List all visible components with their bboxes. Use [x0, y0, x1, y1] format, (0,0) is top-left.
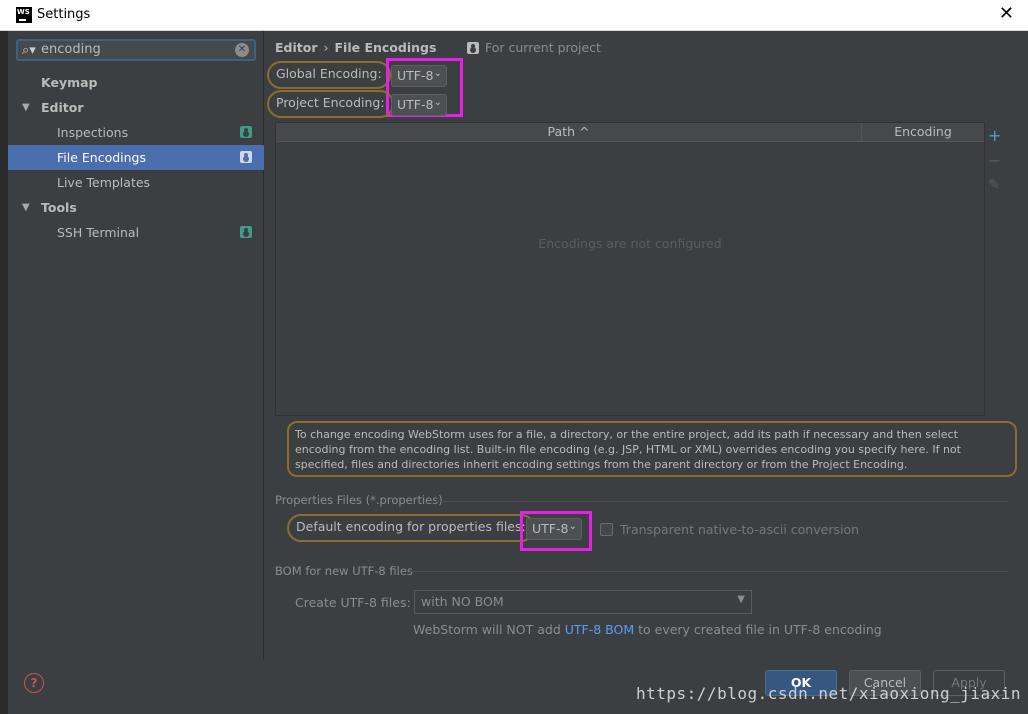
settings-search-input[interactable]: ⌕▾ encoding ✕	[16, 39, 256, 61]
edit-icon[interactable]: ✎	[988, 177, 1000, 193]
watermark-url: https://blog.csdn.net/xiaoxiong_jiaxin	[636, 684, 1022, 703]
window-title: Settings	[37, 7, 91, 22]
column-header-encoding[interactable]: Encoding	[862, 123, 984, 141]
sidebar-item-live-templates[interactable]: Live Templates	[8, 170, 264, 195]
create-utf8-label: Create UTF-8 files:	[295, 595, 411, 610]
sidebar-item-ssh-terminal[interactable]: SSH Terminal	[8, 220, 264, 245]
bom-select-value: with NO BOM	[421, 594, 504, 609]
breadcrumb-section: Editor	[275, 40, 318, 55]
sidebar-item-label: Inspections	[57, 125, 129, 140]
close-icon[interactable]: ✕	[999, 4, 1014, 24]
file-encodings-panel: Editor › File Encodings For current projec…	[264, 31, 1028, 660]
project-scope-icon	[467, 42, 479, 54]
settings-sidebar: ⌕▾ encoding ✕ Keymap ▼ Editor Inspection…	[8, 31, 264, 660]
utf8-bom-link[interactable]: UTF-8 BOM	[565, 622, 634, 637]
breadcrumb-page: File Encodings	[334, 40, 437, 55]
column-header-path[interactable]: Path ^	[276, 123, 862, 141]
sidebar-item-inspections[interactable]: Inspections	[8, 120, 264, 145]
sidebar-item-file-encodings[interactable]: File Encodings	[8, 145, 264, 170]
global-encoding-label-text: Global Encoding:	[276, 66, 382, 81]
bom-select[interactable]: with NO BOM ▼	[414, 590, 752, 614]
title-bar: WS Settings ✕	[0, 0, 1028, 31]
project-scope-icon	[240, 151, 252, 163]
add-icon[interactable]: +	[988, 126, 1001, 145]
help-icon[interactable]: ?	[24, 673, 44, 693]
bom-note: WebStorm will NOT add UTF-8 BOM to every…	[413, 622, 882, 637]
chevron-down-icon[interactable]: ▼	[22, 95, 30, 120]
encoding-help-text: To change encoding WebStorm uses for a f…	[287, 421, 1017, 477]
table-header: Path ^ Encoding	[276, 123, 984, 142]
sidebar-item-keymap[interactable]: Keymap	[8, 70, 264, 95]
bom-note-suffix: to every created file in UTF-8 encoding	[634, 622, 882, 637]
encodings-table[interactable]: Path ^ Encoding Encodings are not config…	[275, 122, 985, 416]
global-encoding-label: Global Encoding:	[267, 61, 391, 89]
sidebar-item-label: SSH Terminal	[57, 225, 140, 240]
properties-section-label: Properties Files (*.properties)	[275, 493, 443, 507]
breadcrumb: Editor › File Encodings	[275, 40, 436, 55]
sidebar-item-label: File Encodings	[57, 150, 147, 165]
clear-search-icon[interactable]: ✕	[235, 43, 249, 57]
project-encoding-label-text: Project Encoding:	[276, 95, 385, 110]
project-scope-icon	[240, 126, 252, 138]
transparent-conversion-checkbox[interactable]	[600, 523, 613, 536]
project-encoding-label: Project Encoding:	[267, 90, 394, 118]
chevron-down-icon: ⌄	[433, 97, 442, 108]
section-divider	[436, 501, 1008, 502]
project-encoding-select[interactable]: UTF-8 ⌄	[391, 94, 447, 116]
webstorm-logo-icon: WS	[16, 7, 32, 23]
transparent-conversion-label[interactable]: Transparent native-to-ascii conversion	[620, 522, 859, 537]
remove-icon[interactable]: −	[988, 151, 1001, 170]
empty-table-message: Encodings are not configured	[538, 236, 722, 251]
properties-default-label-text: Default encoding for properties files:	[296, 519, 526, 534]
project-encoding-value: UTF-8	[397, 97, 434, 112]
sidebar-item-editor[interactable]: ▼ Editor	[8, 95, 264, 120]
breadcrumb-separator: ›	[323, 40, 329, 55]
bom-note-prefix: WebStorm will NOT add	[413, 622, 565, 637]
scope-label: For current project	[485, 40, 601, 55]
project-scope-icon	[240, 226, 252, 238]
sidebar-item-label: Tools	[41, 200, 77, 215]
properties-default-encoding-label: Default encoding for properties files:	[287, 514, 535, 542]
sidebar-item-tools[interactable]: ▼ Tools	[8, 195, 264, 220]
chevron-down-icon[interactable]: ▼	[22, 195, 30, 220]
dropdown-arrow-icon: ▼	[737, 594, 745, 605]
sidebar-item-label: Live Templates	[57, 175, 151, 190]
search-icon: ⌕▾	[22, 43, 36, 58]
search-value: encoding	[41, 42, 101, 57]
background-editor-strip	[0, 31, 8, 714]
bom-section-label: BOM for new UTF-8 files	[275, 564, 413, 578]
highlight-annotation	[520, 511, 592, 551]
sidebar-item-label: Editor	[41, 100, 84, 115]
sidebar-item-label: Keymap	[41, 75, 98, 90]
section-divider	[410, 571, 1008, 572]
